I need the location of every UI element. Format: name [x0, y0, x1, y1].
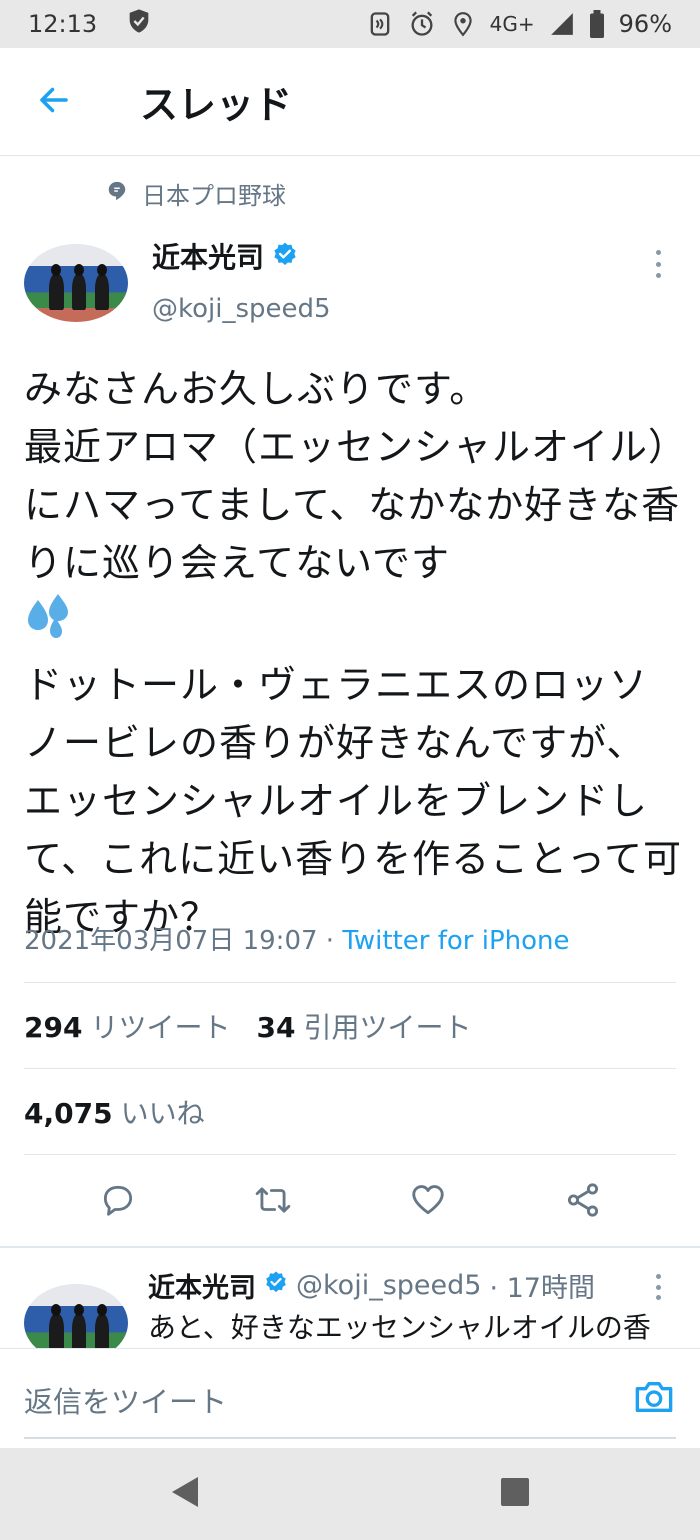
back-button[interactable] [24, 72, 84, 132]
reply-button[interactable] [90, 1174, 146, 1230]
alarm-icon [408, 10, 436, 38]
likes-link[interactable]: 4,075 いいね [24, 1092, 205, 1132]
share-icon [564, 1181, 602, 1223]
retweet-icon [252, 1181, 294, 1223]
quotes-link[interactable]: 34 引用ツイート [256, 1006, 471, 1046]
composer-underline [24, 1437, 676, 1439]
square-recents-icon [500, 1477, 530, 1511]
tweet-author[interactable]: 近本光司 @koji_speed5 [152, 236, 331, 324]
reply-author-name: 近本光司 [148, 1273, 256, 1304]
system-nav-bar [0, 1448, 700, 1540]
tweet-text-part1: みなさんお久しぶりです。 最近アロマ（エッセンシャルオイル）にハマってまして、な… [24, 367, 681, 585]
likes-label: いいね [120, 1097, 205, 1130]
arrow-left-icon [36, 82, 72, 122]
nfc-icon [366, 10, 394, 38]
battery-icon [589, 10, 605, 38]
topic-text: 日本プロ野球 [142, 182, 286, 210]
reply-composer: 返信をツイート [0, 1348, 700, 1448]
quotes-label: 引用ツイート [303, 1011, 472, 1044]
camera-icon [632, 1382, 676, 1421]
divider [24, 982, 676, 983]
tweet-timestamp: 2021年03月07日 19:07 [24, 926, 318, 956]
reply-icon [99, 1181, 137, 1223]
sweat-droplets-emoji [24, 592, 74, 656]
status-time: 12:13 [28, 10, 98, 38]
author-handle: @koji_speed5 [152, 294, 331, 324]
tweet-source[interactable]: Twitter for iPhone [342, 926, 569, 956]
header: スレッド [0, 48, 700, 156]
camera-button[interactable] [632, 1377, 676, 1417]
battery-level: 96% [618, 10, 672, 38]
retweets-label: リツイート [90, 1011, 231, 1044]
divider [24, 1068, 676, 1069]
triangle-back-icon [170, 1475, 200, 1513]
tweet-text-part2: ドットール・ヴェラニエスのロッソノービレの香りが好きなんですが、エッセンシャルオ… [24, 663, 683, 939]
shield-icon [125, 7, 153, 41]
retweets-count: 294 [24, 1011, 83, 1044]
verified-icon [264, 1270, 288, 1301]
reply-more-options-button[interactable] [646, 1272, 670, 1302]
author-name: 近本光司 [152, 241, 265, 274]
more-options-button[interactable] [646, 246, 670, 282]
meta-separator: · [317, 926, 343, 956]
retweets-link[interactable]: 294 リツイート [24, 1006, 230, 1046]
page-title: スレッド [140, 83, 293, 127]
like-stats: 4,075 いいね [24, 1092, 205, 1132]
system-recents-button[interactable] [495, 1474, 535, 1514]
like-icon [408, 1181, 448, 1223]
avatar[interactable] [24, 244, 128, 322]
reply-text[interactable]: あと、好きなエッセンシャルオイルの香 [148, 1306, 688, 1346]
divider [0, 1246, 700, 1248]
tweet-meta: 2021年03月07日 19:07 · Twitter for iPhone [24, 920, 570, 957]
reply-time: · 17時間 [489, 1273, 595, 1304]
network-type: 4G+ [489, 12, 535, 36]
reply-author-handle: @koji_speed5 [296, 1270, 482, 1301]
status-icons: 4G+ 96% [366, 10, 672, 38]
reply-header[interactable]: 近本光司 @koji_speed5 · 17時間 [148, 1266, 595, 1305]
signal-icon [549, 11, 575, 37]
topic-label[interactable]: 日本プロ野球 [106, 176, 286, 211]
location-icon [450, 10, 476, 38]
system-back-button[interactable] [165, 1474, 205, 1514]
retweet-button[interactable] [245, 1174, 301, 1230]
like-button[interactable] [400, 1174, 456, 1230]
status-bar: 12:13 4G+ 96% [0, 0, 700, 48]
retweet-stats: 294 リツイート 34 引用ツイート [24, 1006, 471, 1046]
likes-count: 4,075 [24, 1097, 113, 1130]
share-button[interactable] [555, 1174, 611, 1230]
topic-icon [106, 180, 128, 208]
quotes-count: 34 [256, 1011, 296, 1044]
divider [24, 1154, 676, 1155]
verified-icon [272, 241, 298, 271]
tweet-text: みなさんお久しぶりです。 最近アロマ（エッセンシャルオイル）にハマってまして、な… [24, 360, 684, 946]
reply-input[interactable]: 返信をツイート [24, 1379, 227, 1421]
tweet-actions [0, 1160, 700, 1244]
